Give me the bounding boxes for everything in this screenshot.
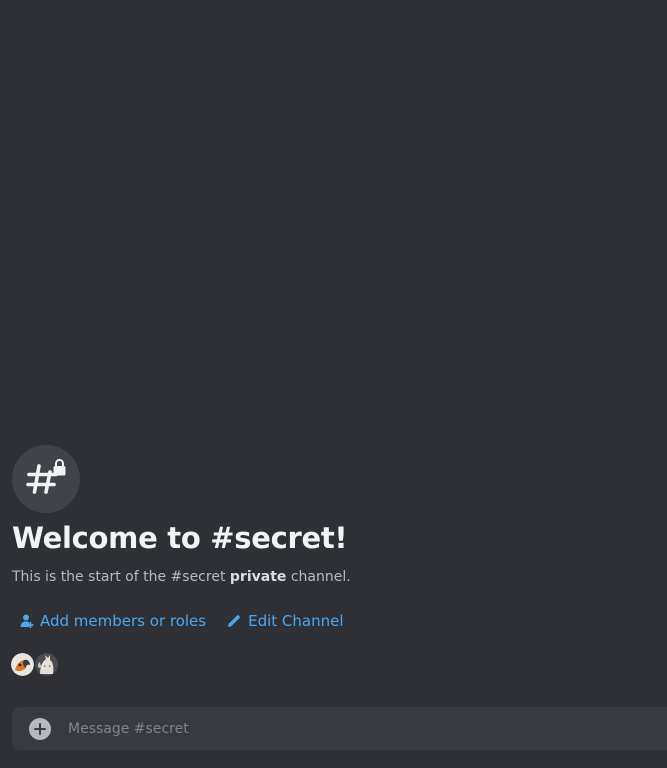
message-input[interactable] xyxy=(68,707,658,750)
channel-actions: Add members or roles Edit Channel xyxy=(12,608,350,634)
edit-channel-button[interactable]: Edit Channel xyxy=(220,608,349,634)
member-avatars xyxy=(11,653,59,676)
welcome-desc-private: private xyxy=(229,569,287,585)
member-avatar-2[interactable] xyxy=(35,653,58,676)
welcome-desc-suffix: channel. xyxy=(286,569,351,585)
message-composer xyxy=(12,707,667,750)
welcome-title: Welcome to #secret! xyxy=(12,521,348,555)
plus-circle-icon[interactable] xyxy=(29,718,51,740)
add-members-label: Add members or roles xyxy=(40,612,207,630)
welcome-desc-prefix: This is the start of the #secret xyxy=(12,569,230,585)
edit-channel-label: Edit Channel xyxy=(248,612,344,630)
chat-area: Welcome to #secret! This is the start of… xyxy=(0,0,667,768)
add-members-button[interactable]: Add members or roles xyxy=(12,608,212,634)
member-avatar-1[interactable] xyxy=(11,653,34,676)
pencil-icon xyxy=(226,613,242,629)
person-add-icon xyxy=(18,613,34,629)
hashtag-lock-icon xyxy=(12,445,80,513)
welcome-description: This is the start of the #secret private… xyxy=(12,569,351,585)
